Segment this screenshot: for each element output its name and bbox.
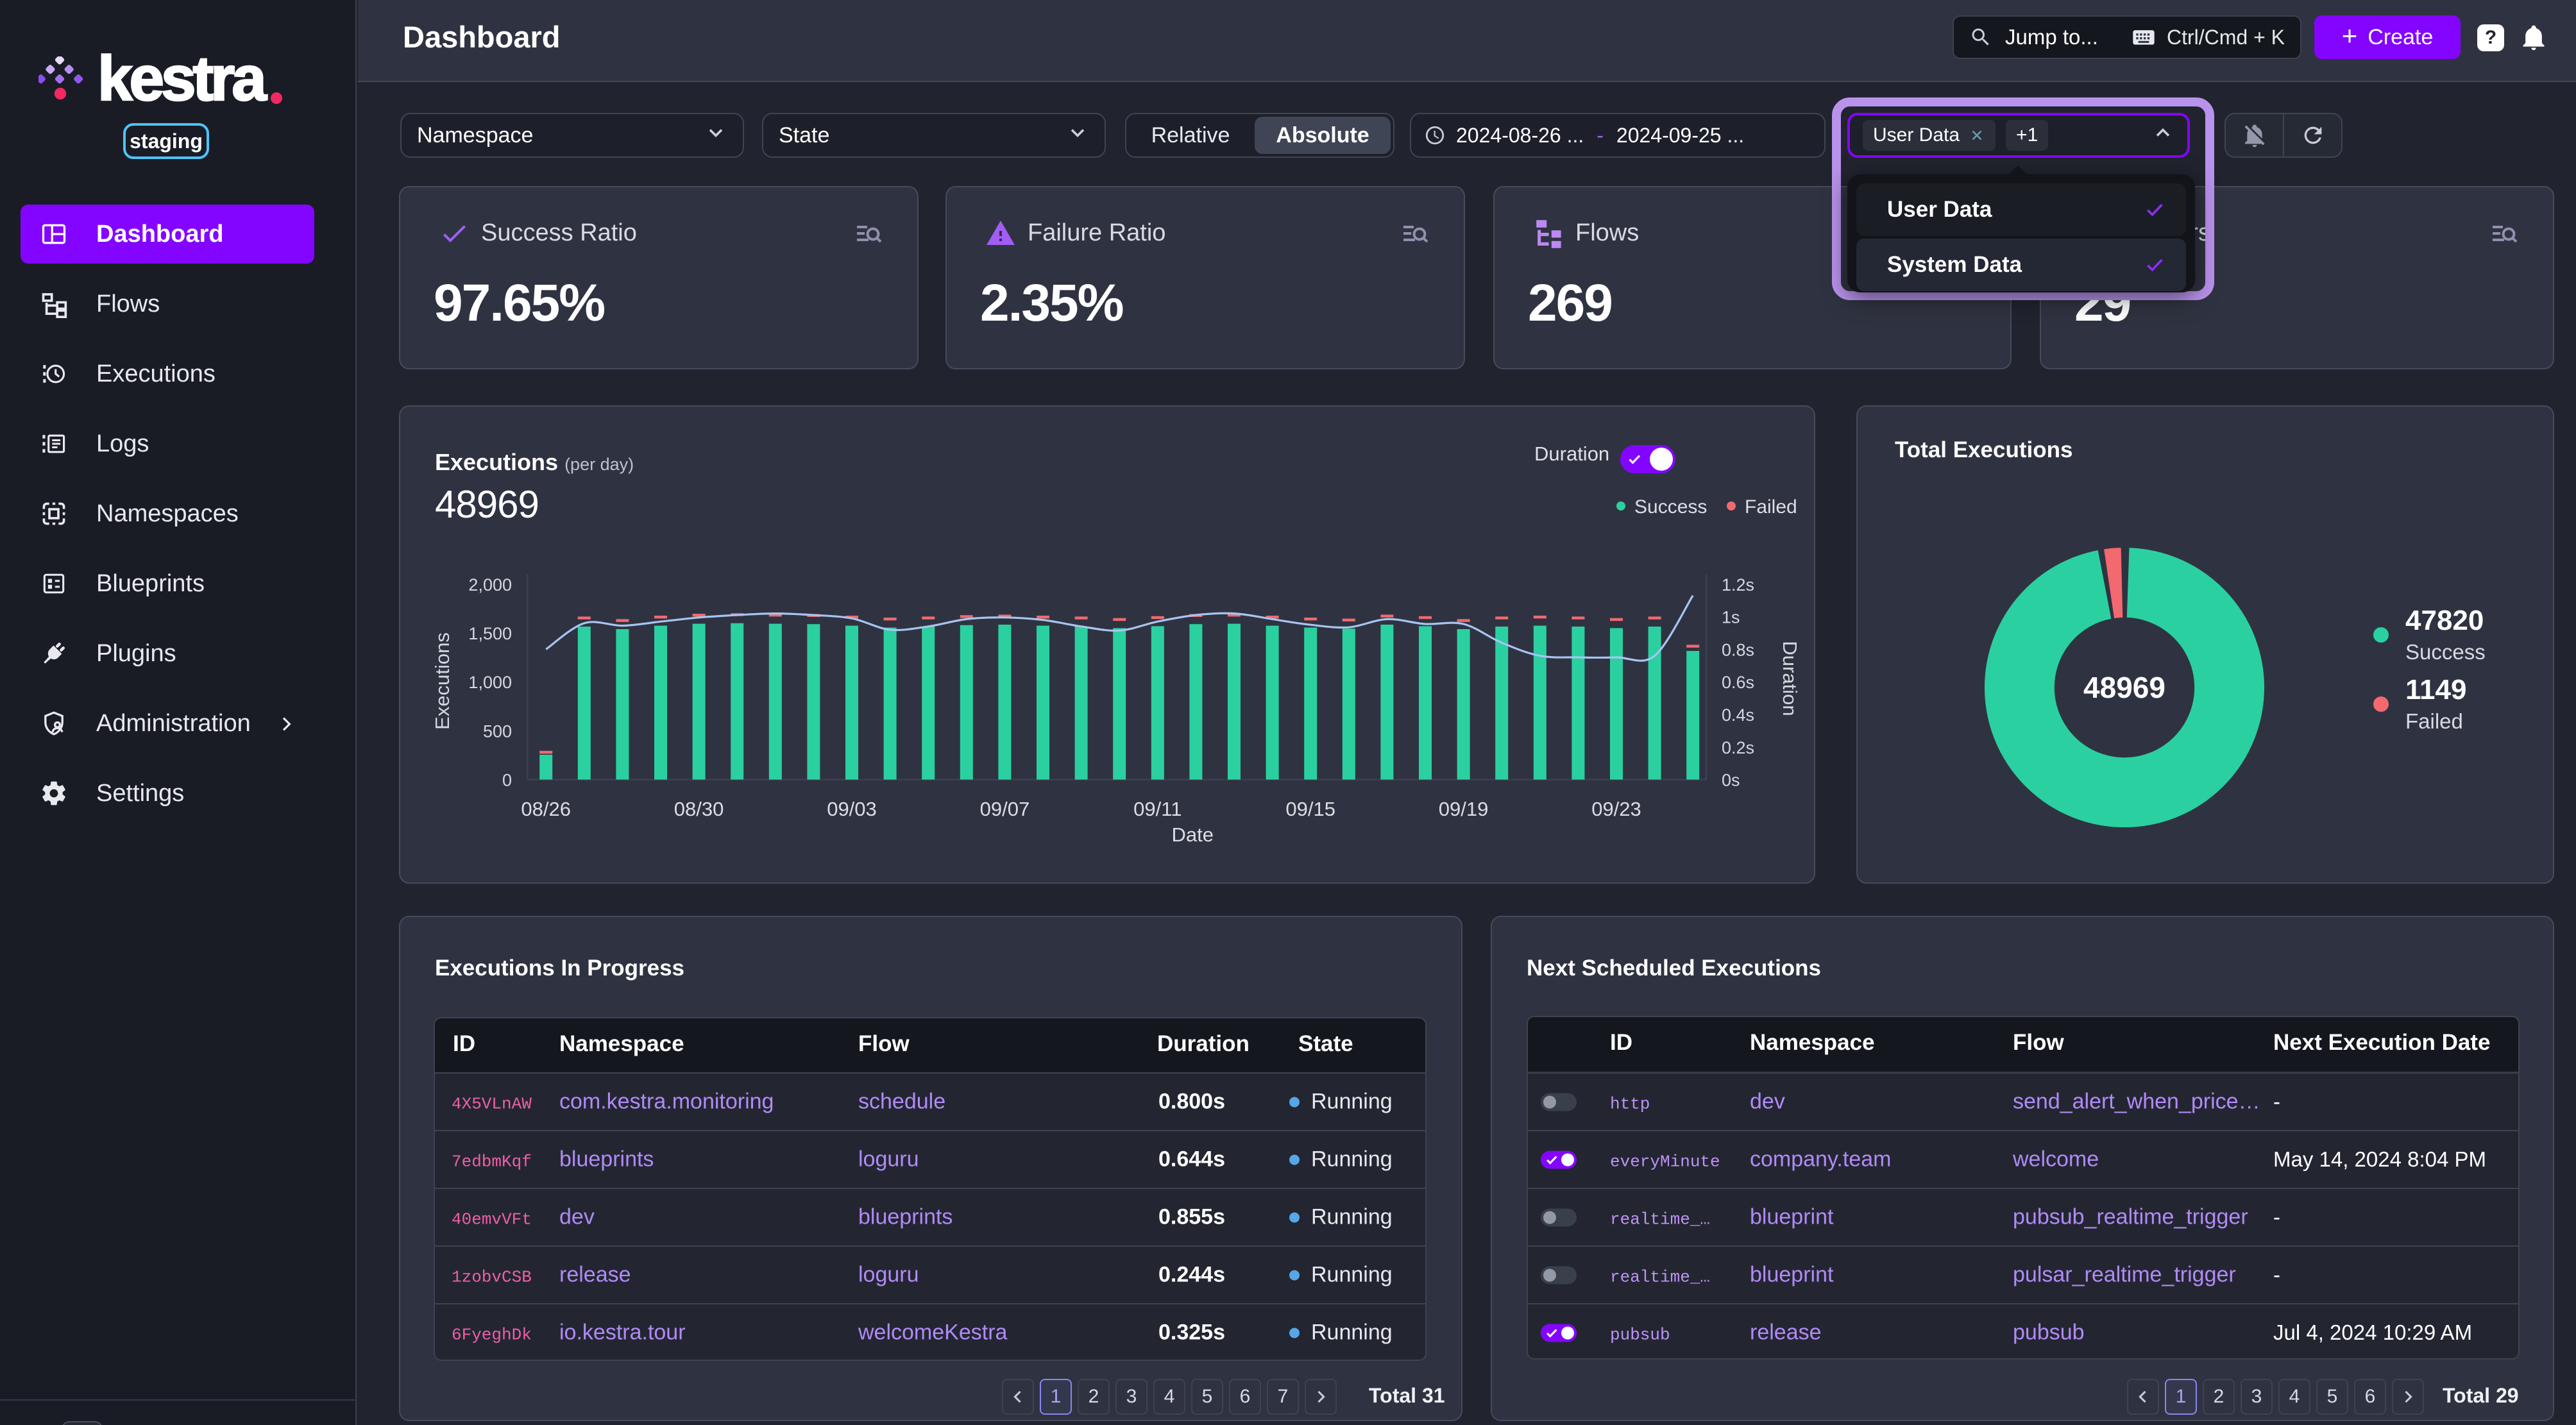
svg-text:08/26: 08/26 [521,798,571,820]
svg-text:0s: 0s [1722,771,1740,790]
svg-text:09/03: 09/03 [827,798,877,820]
svg-text:0.6s: 0.6s [1722,673,1754,692]
svg-text:09/15: 09/15 [1285,798,1335,820]
svg-text:0.4s: 0.4s [1722,705,1754,725]
svg-text:1.2s: 1.2s [1722,575,1754,594]
svg-text:Failed: Failed [2405,709,2463,733]
svg-text:1,500: 1,500 [468,624,512,643]
svg-text:09/07: 09/07 [980,798,1030,820]
svg-text:2,000: 2,000 [468,575,512,594]
svg-text:Duration: Duration [1779,641,1801,716]
svg-text:0.8s: 0.8s [1722,640,1754,659]
svg-text:09/23: 09/23 [1591,798,1641,820]
svg-text:1,000: 1,000 [468,673,512,692]
svg-text:0: 0 [502,771,512,790]
svg-text:Executions: Executions [431,632,453,730]
svg-text:Date: Date [1171,823,1213,846]
svg-text:09/19: 09/19 [1439,798,1489,820]
svg-text:47820: 47820 [2405,605,2484,636]
svg-text:48969: 48969 [2083,671,2165,704]
svg-text:08/30: 08/30 [674,798,724,820]
svg-text:1s: 1s [1722,608,1740,627]
svg-text:0.2s: 0.2s [1722,738,1754,757]
svg-text:500: 500 [483,721,512,741]
svg-text:1149: 1149 [2405,674,2466,705]
svg-text:Success: Success [2405,640,2486,664]
svg-text:09/11: 09/11 [1133,798,1182,820]
